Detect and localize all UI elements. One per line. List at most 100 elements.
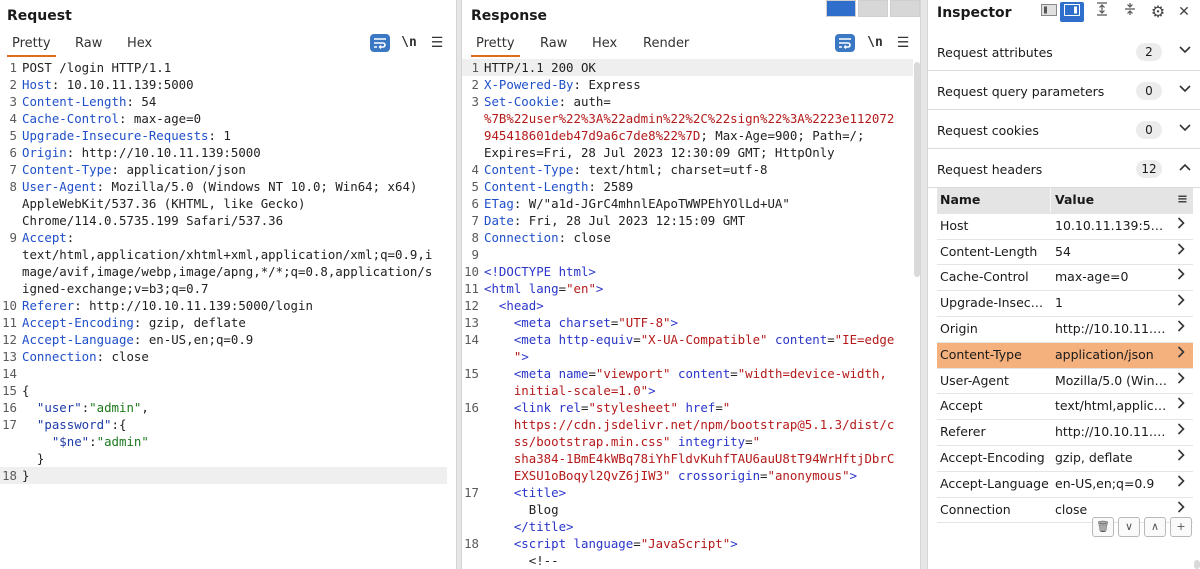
request-tab-hex[interactable]: Hex <box>127 33 152 55</box>
table-row[interactable]: Cache-Control max-age=0 <box>937 265 1193 292</box>
code-line[interactable]: 18} <box>0 467 447 484</box>
chevron-up-icon[interactable]: ∧ <box>1144 517 1166 537</box>
code-line[interactable]: 9 Accept: <box>0 229 447 246</box>
inspector-section[interactable]: Request headers 12 <box>928 150 1200 188</box>
code-line[interactable]: 1 HTTP/1.1 200 OK <box>462 59 913 76</box>
column-wrap-icon[interactable]: ≡ <box>1177 188 1188 213</box>
code-line[interactable]: 17 "password":{ <box>0 416 447 433</box>
chevron-right-icon[interactable] <box>1177 369 1185 394</box>
code-line[interactable]: 6 ETag: W/"a1d-JGrC4mhnlEApoTWWPEhYOlLd+U… <box>462 195 913 212</box>
chevron-right-icon[interactable] <box>1177 317 1185 342</box>
table-row[interactable]: Host 10.10.11.139:5000 <box>937 214 1193 240</box>
pane-divider[interactable] <box>920 0 928 569</box>
request-editor[interactable]: 1 POST /login HTTP/1.1 2 Host: 10.10.11.139… <box>0 59 447 484</box>
code-line[interactable]: 2 Host: 10.10.11.139:5000 <box>0 76 447 93</box>
layout-stacked-icon[interactable] <box>858 0 888 17</box>
layout-side-by-side-icon[interactable] <box>826 0 856 17</box>
code-line[interactable]: 4 Cache-Control: max-age=0 <box>0 110 447 127</box>
code-line[interactable]: EXSU1oBoqyl2QvZ6jIW3" crossorigin="anony… <box>462 467 913 484</box>
code-line[interactable]: 6 Origin: http://10.10.11.139:5000 <box>0 144 447 161</box>
code-line[interactable]: 16 <link rel="stylesheet" href=" <box>462 399 913 416</box>
code-line[interactable]: 5 Upgrade-Insecure-Requests: 1 <box>0 127 447 144</box>
response-editor[interactable]: 1 HTTP/1.1 200 OK 2 X-Powered-By: Express 3 S… <box>462 59 913 569</box>
code-line[interactable]: 13 <meta charset="UTF-8"> <box>462 314 913 331</box>
chevron-up-icon[interactable] <box>1179 160 1191 175</box>
code-line[interactable]: 13 Connection: close <box>0 348 447 365</box>
request-tab-raw[interactable]: Raw <box>75 33 102 55</box>
code-line[interactable]: Blog <box>462 501 913 518</box>
table-row[interactable]: Accept-Encoding gzip, deflate <box>937 446 1193 472</box>
chevron-right-icon[interactable] <box>1177 291 1185 316</box>
table-row[interactable]: Accept text/html,application/xhtml+xml <box>937 394 1193 421</box>
code-line[interactable]: 2 X-Powered-By: Express <box>462 76 913 93</box>
chevron-down-icon[interactable] <box>1179 82 1191 97</box>
table-row[interactable]: Content-Type application/json <box>937 342 1193 369</box>
chevron-right-icon[interactable] <box>1177 265 1185 290</box>
code-line[interactable]: 3 Content-Length: 54 <box>0 93 447 110</box>
hamburger-menu-icon[interactable]: ☰ <box>892 32 914 54</box>
table-row[interactable]: User-Agent Mozilla/5.0 (Windows NT 10.0; … <box>937 369 1193 395</box>
code-line[interactable]: ss/bootstrap.min.css" integrity=" <box>462 433 913 450</box>
response-tab-pretty[interactable]: Pretty <box>471 33 520 57</box>
wrap-lines-icon[interactable] <box>370 34 390 52</box>
chevron-down-icon[interactable]: ∨ <box>1118 517 1140 537</box>
table-row[interactable]: Accept-Language en-US,en;q=0.9 <box>937 472 1193 498</box>
chevron-right-icon[interactable] <box>1177 420 1185 445</box>
code-line[interactable]: <!-- <box>462 552 913 569</box>
chevron-down-icon[interactable] <box>1179 121 1191 136</box>
inspector-layout-left-icon[interactable] <box>1038 2 1060 22</box>
hamburger-menu-icon[interactable]: ☰ <box>426 32 448 54</box>
code-line[interactable]: mage/avif,image/webp,image/apng,*/*;q=0.… <box>0 263 447 280</box>
code-line[interactable]: AppleWebKit/537.36 (KHTML, like Gecko) <box>0 195 447 212</box>
code-line[interactable]: Chrome/114.0.5735.199 Safari/537.36 <box>0 212 447 229</box>
code-line[interactable]: https://cdn.jsdelivr.net/npm/bootstrap@5… <box>462 416 913 433</box>
inspector-layout-right-icon[interactable] <box>1060 2 1084 22</box>
code-line[interactable]: 1 POST /login HTTP/1.1 <box>0 59 447 76</box>
chevron-right-icon[interactable] <box>1177 343 1185 368</box>
code-line[interactable]: 15 { <box>0 382 447 399</box>
code-line[interactable]: "> <box>462 348 913 365</box>
collapse-all-icon[interactable] <box>1120 2 1140 22</box>
code-line[interactable]: 12 Accept-Language: en-US,en;q=0.9 <box>0 331 447 348</box>
code-line[interactable]: 12 <head> <box>462 297 913 314</box>
request-tab-pretty[interactable]: Pretty <box>7 33 56 57</box>
inspector-section[interactable]: Request cookies 0 <box>928 111 1200 149</box>
code-line[interactable]: 14 <box>0 365 447 382</box>
code-line[interactable]: 8 Connection: close <box>462 229 913 246</box>
table-row[interactable]: Content-Length 54 <box>937 240 1193 266</box>
expand-all-icon[interactable] <box>1092 2 1112 22</box>
column-divider[interactable] <box>1050 188 1051 213</box>
add-icon[interactable]: + <box>1170 517 1192 537</box>
code-line[interactable]: igned-exchange;v=b3;q=0.7 <box>0 280 447 297</box>
code-line[interactable]: 9 <box>462 246 913 263</box>
code-line[interactable]: 11 Accept-Encoding: gzip, deflate <box>0 314 447 331</box>
code-line[interactable]: "$ne":"admin" <box>0 433 447 450</box>
table-row[interactable]: Referer http://10.10.11.139:5000/login <box>937 420 1193 446</box>
code-line[interactable]: initial-scale=1.0"> <box>462 382 913 399</box>
code-line[interactable]: 7 Date: Fri, 28 Jul 2023 12:15:09 GMT <box>462 212 913 229</box>
chevron-right-icon[interactable] <box>1177 214 1185 239</box>
code-line[interactable]: Expires=Fri, 28 Jul 2023 12:30:09 GMT; H… <box>462 144 913 161</box>
code-line[interactable]: 5 Content-Length: 2589 <box>462 178 913 195</box>
wrap-lines-icon[interactable] <box>835 34 855 52</box>
code-line[interactable]: 10 Referer: http://10.10.11.139:5000/logi… <box>0 297 447 314</box>
code-line[interactable]: </title> <box>462 518 913 535</box>
chevron-right-icon[interactable] <box>1177 472 1185 497</box>
code-line[interactable]: } <box>0 450 447 467</box>
close-icon[interactable]: ✕ <box>1174 2 1194 22</box>
chevron-right-icon[interactable] <box>1177 240 1185 265</box>
settings-gear-icon[interactable]: ⚙ <box>1147 2 1169 22</box>
table-row[interactable]: Upgrade-Insecure-Requests 1 <box>937 291 1193 317</box>
code-line[interactable]: 16 "user":"admin", <box>0 399 447 416</box>
code-line[interactable]: 18 <script language="JavaScript"> <box>462 535 913 552</box>
code-line[interactable]: 10 <!DOCTYPE html> <box>462 263 913 280</box>
code-line[interactable]: 15 <meta name="viewport" content="width=… <box>462 365 913 382</box>
code-line[interactable]: 7 Content-Type: application/json <box>0 161 447 178</box>
inspector-section[interactable]: Request query parameters 0 <box>928 72 1200 110</box>
delete-icon[interactable]: 🗑 <box>1092 517 1114 537</box>
response-tab-hex[interactable]: Hex <box>592 33 617 55</box>
code-line[interactable]: text/html,application/xhtml+xml,applicat… <box>0 246 447 263</box>
code-line[interactable]: 945418601deb47d9a6c7de8%22%7D; Max-Age=9… <box>462 127 913 144</box>
code-line[interactable]: 17 <title> <box>462 484 913 501</box>
inspector-scrollbar[interactable] <box>1194 560 1200 569</box>
